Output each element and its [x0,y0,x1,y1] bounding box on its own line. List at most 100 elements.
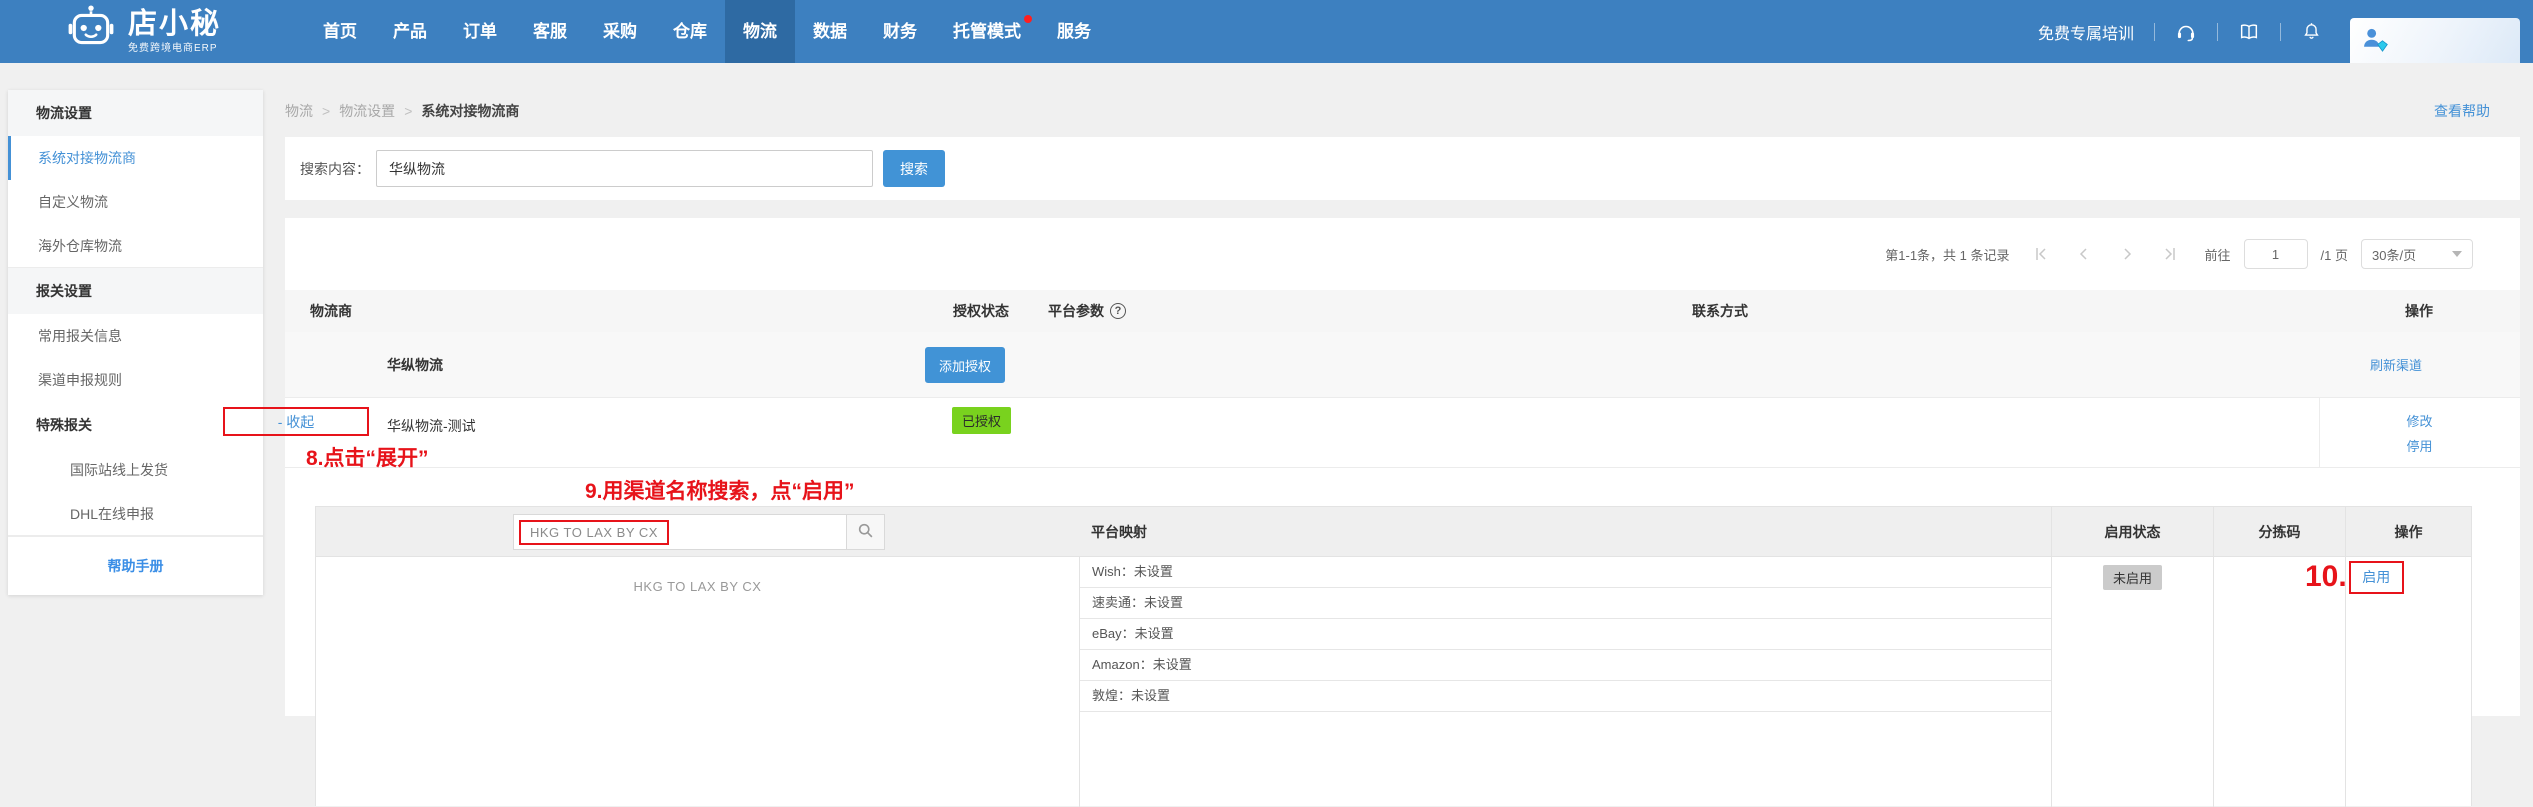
magnifier-icon [857,522,874,542]
main-menu: 首页 产品 订单 客服 采购 仓库 物流 数据 财务 托管模式 服务 [305,0,1109,63]
nav-item-data[interactable]: 数据 [795,0,865,63]
total-pages-label: /1 页 [2320,247,2348,263]
step10-highlight-box: 启用 [2348,560,2404,594]
new-badge-dot [1024,15,1033,23]
annotation-step9: 9.用渠道名称搜索，点“启用” [585,480,855,503]
nav-item-products[interactable]: 产品 [375,0,445,63]
top-navbar: 店小秘 免费跨境电商ERP 首页 产品 订单 客服 采购 仓库 物流 数据 财务… [0,0,2533,63]
caret-down-icon [2452,251,2462,257]
sidebar: 物流设置 系统对接物流商 自定义物流 海外仓库物流 报关设置 常用报关信息 渠道… [8,90,263,595]
nav-item-purchasing[interactable]: 采购 [585,0,655,63]
mapping-item-ebay: eBay：未设置 [1080,619,2051,650]
channel-row: - 收起 华纵物流-测试 已授权 修改 停用 [223,398,2520,468]
col-channel-actions: 操作 [2345,507,2471,556]
col-contact: 联系方式 [1692,303,1748,319]
breadcrumb-current-page: 系统对接物流商 [421,103,520,119]
annotation-step8: 8.点击“展开” [306,447,429,470]
breadcrumb-logistics[interactable]: 物流 [285,101,313,121]
breadcrumb-logistics-settings[interactable]: 物流设置 [339,101,395,121]
annotation-step10: 10. [2305,560,2347,593]
modify-link[interactable]: 修改 [2406,411,2432,430]
channel-table: HKG TO LAX BY CX 平台映射 启用状态 分拣码 操作 HKG TO… [315,506,2472,807]
sort-code-cell [2213,557,2345,807]
col-enable-status: 启用状态 [2051,507,2213,556]
sidebar-item-custom-logistics[interactable]: 自定义物流 [8,180,263,224]
prev-page-button[interactable] [2076,246,2092,262]
auth-status-badge: 已授权 [952,407,1012,434]
robot-icon [64,4,118,59]
collapse-toggle[interactable]: - 收起 [278,412,315,432]
nav-item-finance[interactable]: 财务 [865,0,935,63]
col-provider: 物流商 [310,303,352,319]
col-auth-status: 授权状态 [953,303,1009,319]
channel-action-cell [2345,557,2471,807]
sidebar-item-common-customs-info[interactable]: 常用报关信息 [8,314,263,358]
channel-search-button[interactable] [847,514,885,550]
enable-link[interactable]: 启用 [2362,567,2390,587]
page-input[interactable] [2243,239,2308,269]
sidebar-item-dhl-online-declaration[interactable]: DHL在线申报 [8,492,263,536]
nav-item-logistics[interactable]: 物流 [725,0,796,63]
search-input[interactable] [376,150,873,187]
nav-item-customer-service[interactable]: 客服 [515,0,585,63]
brand-tagline: 免费跨境电商ERP [128,43,218,54]
brand-logo: 店小秘 免费跨境电商ERP [64,4,221,59]
table-header-row: 物流商 授权状态 平台参数 ? 联系方式 操作 [285,290,2520,332]
sidebar-header-customs-settings: 报关设置 [8,268,263,314]
goto-label: 前往 [2204,247,2231,263]
disable-link[interactable]: 停用 [2406,436,2432,455]
manual-book-icon[interactable] [2238,21,2260,43]
sidebar-item-help-manual[interactable]: 帮助手册 [8,536,263,594]
enable-status-badge: 未启用 [2102,565,2162,590]
step9-highlight-box: HKG TO LAX BY CX [519,519,669,545]
platform-mapping-cell: Wish：未设置 速卖通：未设置 eBay：未设置 Amazon：未设置 敦煌：… [1079,557,2051,807]
search-button[interactable]: 搜索 [883,150,945,187]
user-avatar-box[interactable] [2350,18,2520,63]
vip-diamond-icon [2376,39,2389,57]
annotation-step10-group: 10. 启用 [2305,560,2404,594]
refresh-channels-link[interactable]: 刷新渠道 [2370,355,2422,374]
search-panel: 搜索内容： 搜索 [285,137,2520,200]
nav-item-orders[interactable]: 订单 [445,0,515,63]
channel-search-input[interactable]: HKG TO LAX BY CX [513,514,847,550]
col-actions: 操作 [2405,303,2433,319]
training-link[interactable]: 免费专属培训 [2038,20,2134,44]
first-page-button[interactable] [2033,246,2049,262]
channel-data-row: HKG TO LAX BY CX Wish：未设置 速卖通：未设置 eBay：未… [316,557,2471,807]
record-summary: 第1-1条，共 1 条记录 [1885,247,2010,263]
col-platform-mapping: 平台映射 [1091,524,1147,540]
search-label: 搜索内容： [300,160,370,177]
sidebar-item-intl-site-shipping[interactable]: 国际站线上发货 [8,448,263,492]
mapping-item-dunhuang: 敦煌：未设置 [1080,681,2051,712]
channel-table-header: HKG TO LAX BY CX 平台映射 启用状态 分拣码 操作 [316,507,2471,557]
brand-name: 店小秘 [128,8,222,40]
provider-row: 华纵物流 添加授权 刷新渠道 [285,332,2520,398]
sidebar-header-logistics-settings: 物流设置 [8,90,263,136]
help-circle-icon[interactable]: ? [1110,303,1126,319]
nav-item-warehouse[interactable]: 仓库 [655,0,725,63]
sidebar-item-channel-declaration-rules[interactable]: 渠道申报规则 [8,358,263,402]
sidebar-item-system-providers[interactable]: 系统对接物流商 [8,136,263,180]
col-sort-code: 分拣码 [2213,507,2345,556]
add-auth-button[interactable]: 添加授权 [925,347,1005,383]
mapping-item-aliexpress: 速卖通：未设置 [1080,588,2051,619]
col-platform-params: 平台参数 ? [1048,301,1692,321]
page-size-select[interactable]: 30条/页 [2361,239,2473,269]
last-page-button[interactable] [2162,246,2178,262]
providers-panel: 第1-1条，共 1 条记录 前往 /1 页 30条/页 [223,218,2520,807]
nav-item-hosting-mode[interactable]: 托管模式 [935,0,1039,63]
mapping-item-wish: Wish：未设置 [1080,557,2051,588]
nav-item-services[interactable]: 服务 [1039,0,1109,63]
channel-actions-cell: 修改 停用 [2319,398,2519,468]
channel-name-cell: HKG TO LAX BY CX [633,579,762,594]
channel-account-name: 华纵物流-测试 [387,418,476,434]
headset-icon[interactable] [2175,21,2197,43]
provider-name: 华纵物流 [387,357,443,373]
view-help-link[interactable]: 查看帮助 [2434,101,2490,121]
sidebar-item-overseas-warehouse[interactable]: 海外仓库物流 [8,224,263,268]
bell-icon[interactable] [2301,21,2322,42]
nav-item-home[interactable]: 首页 [305,0,375,63]
pagination-bar: 第1-1条，共 1 条记录 前往 /1 页 30条/页 [285,218,2520,270]
next-page-button[interactable] [2119,246,2135,262]
mapping-item-amazon: Amazon：未设置 [1080,650,2051,681]
